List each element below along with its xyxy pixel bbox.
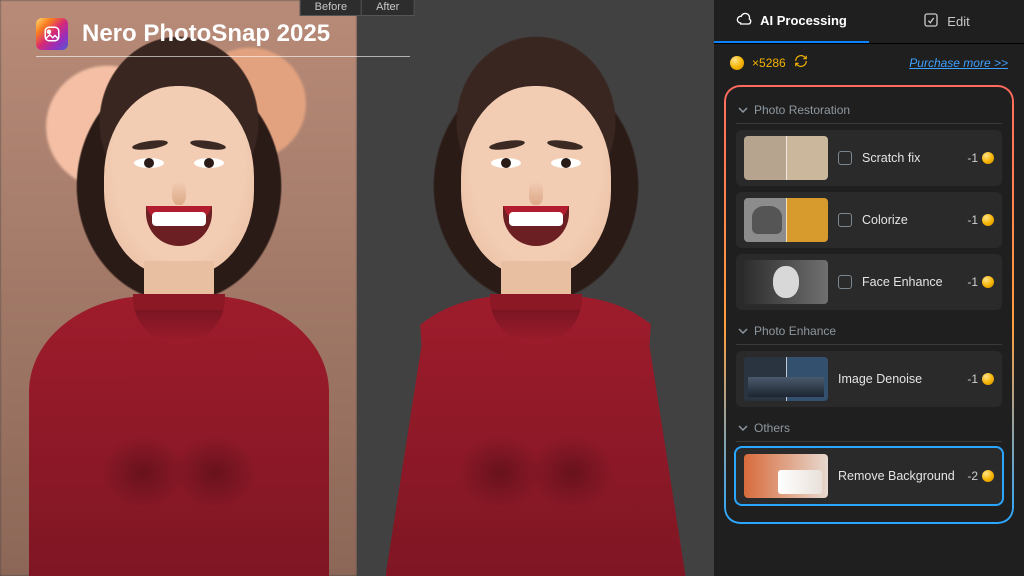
tool-thumb: [744, 357, 828, 401]
compare-after-label[interactable]: After: [361, 0, 414, 16]
tab-ai-label: AI Processing: [760, 13, 847, 28]
tool-label: Image Denoise: [838, 372, 957, 386]
app-title-bar: Nero PhotoSnap 2025: [36, 18, 410, 57]
tool-face-enhance[interactable]: Face Enhance -1: [736, 254, 1002, 310]
app-title: Nero PhotoSnap 2025: [82, 20, 330, 48]
chevron-down-icon: [738, 105, 748, 115]
coin-icon: [982, 373, 994, 385]
tool-cost: -1: [967, 372, 994, 386]
tool-thumb: [744, 136, 828, 180]
section-others-header[interactable]: Others: [732, 413, 1006, 441]
section-restoration-header[interactable]: Photo Restoration: [732, 95, 1006, 123]
section-enhance-header[interactable]: Photo Enhance: [732, 316, 1006, 344]
coin-icon: [730, 56, 744, 70]
tab-edit[interactable]: Edit: [869, 0, 1024, 43]
credit-bar: ×5286 Purchase more >>: [714, 44, 1024, 81]
section-enhance-label: Photo Enhance: [754, 324, 836, 338]
compare-canvas: Before After Nero PhotoSnap 2025: [0, 0, 714, 576]
tool-cost: -1: [967, 213, 994, 227]
tab-edit-label: Edit: [947, 14, 969, 29]
side-panel: AI Processing Edit ×5286 Purchase more >…: [714, 0, 1024, 576]
compare-toggle[interactable]: Before After: [300, 0, 415, 16]
tool-label: Colorize: [862, 213, 957, 227]
tool-thumb: [744, 198, 828, 242]
tool-thumb: [744, 260, 828, 304]
coin-icon: [982, 152, 994, 164]
tool-scratch-fix[interactable]: Scratch fix -1: [736, 130, 1002, 186]
after-image: [357, 0, 714, 576]
credit-amount: ×5286: [752, 56, 786, 70]
panel-tabs: AI Processing Edit: [714, 0, 1024, 44]
refresh-credits-button[interactable]: [794, 54, 808, 71]
tab-ai-processing[interactable]: AI Processing: [714, 0, 869, 43]
edit-icon: [923, 12, 939, 31]
tool-checkbox[interactable]: [838, 275, 852, 289]
tool-label: Scratch fix: [862, 151, 957, 165]
tools-container: Photo Restoration Scratch fix -1 Coloriz…: [724, 85, 1014, 524]
compare-before-label[interactable]: Before: [300, 0, 361, 16]
tool-cost: -1: [967, 151, 994, 165]
tool-thumb: [744, 454, 828, 498]
tool-cost: -1: [967, 275, 994, 289]
coin-icon: [982, 276, 994, 288]
section-others-label: Others: [754, 421, 790, 435]
tool-label: Face Enhance: [862, 275, 957, 289]
section-restoration-label: Photo Restoration: [754, 103, 850, 117]
tool-checkbox[interactable]: [838, 151, 852, 165]
tool-cost: -2: [967, 469, 994, 483]
purchase-more-link[interactable]: Purchase more >>: [909, 56, 1008, 70]
chevron-down-icon: [738, 326, 748, 336]
tool-checkbox[interactable]: [838, 213, 852, 227]
chevron-down-icon: [738, 423, 748, 433]
tool-colorize[interactable]: Colorize -1: [736, 192, 1002, 248]
tool-image-denoise[interactable]: Image Denoise -1: [736, 351, 1002, 407]
coin-icon: [982, 470, 994, 482]
before-image: [0, 0, 357, 576]
app-logo-icon: [36, 18, 68, 50]
tool-label: Remove Background: [838, 469, 957, 483]
cloud-icon: [736, 11, 752, 30]
coin-icon: [982, 214, 994, 226]
tool-remove-background[interactable]: Remove Background -2: [736, 448, 1002, 504]
